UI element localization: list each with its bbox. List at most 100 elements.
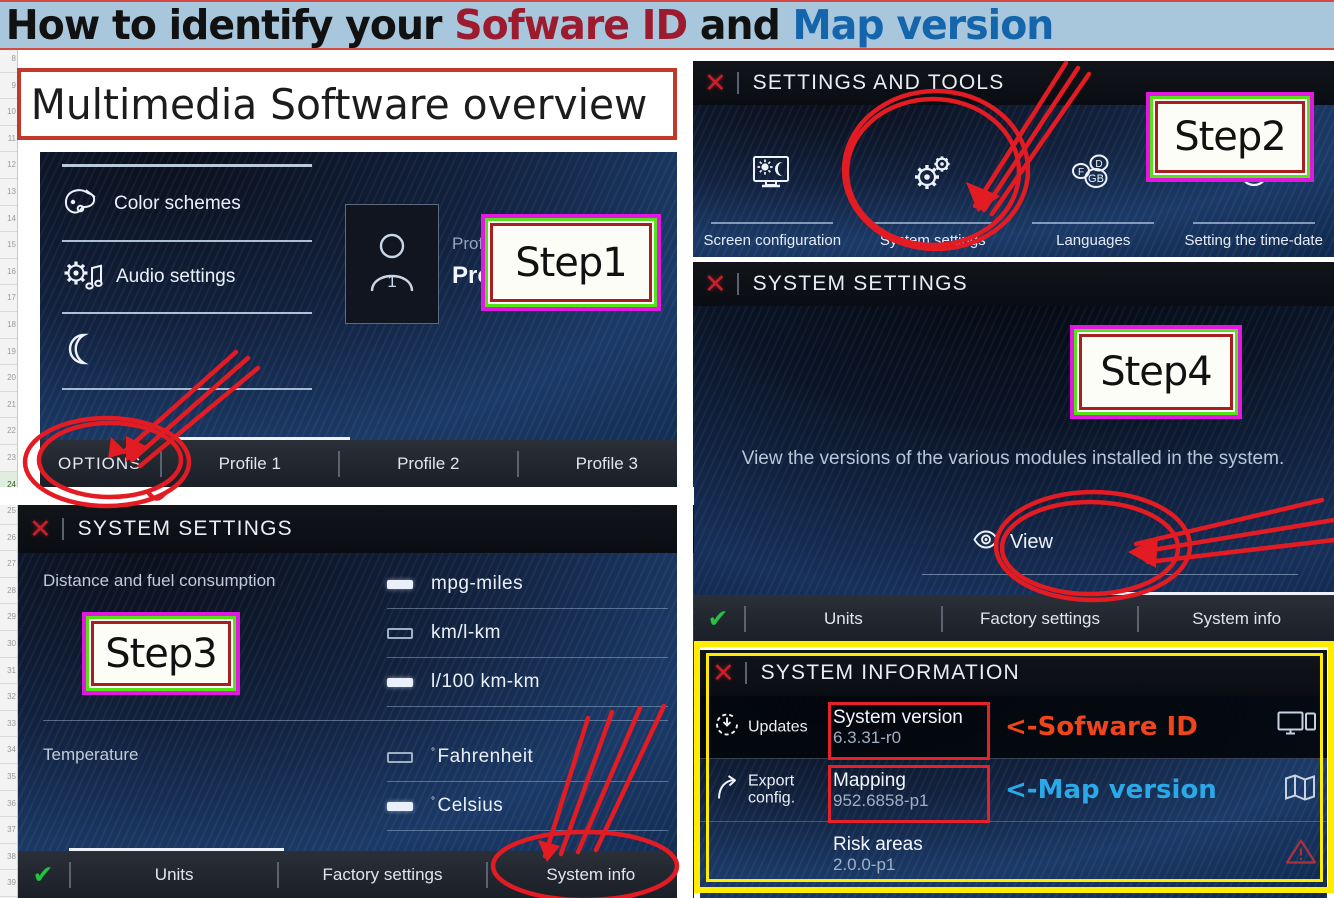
row-header-11[interactable]: 11 [0, 126, 17, 153]
check-icon[interactable]: ✔ [17, 860, 69, 889]
toggle-indicator[interactable] [387, 627, 413, 639]
gears-icon [909, 153, 957, 200]
row-header-16[interactable]: 16 [0, 259, 17, 286]
unit-option-row[interactable]: l/100 km-km [387, 658, 668, 707]
tab-profile-1[interactable]: Profile 1 [162, 454, 339, 474]
unit-option-label: mpg-miles [431, 573, 524, 594]
header-title: SYSTEM SETTINGS [77, 517, 293, 540]
sysinfo-row[interactable]: Export config. Mapping 952.6858-p1 <-Map … [700, 759, 1327, 822]
toggle-indicator[interactable] [387, 751, 413, 763]
row-header-30[interactable]: 30 [0, 631, 17, 658]
unit-option-row[interactable]: km/l-km [387, 609, 668, 658]
tab-factory-settings[interactable]: Factory settings [943, 609, 1138, 629]
tool-screen-configuration[interactable]: Screen configuration [692, 105, 853, 257]
tab-units[interactable]: Units [746, 609, 941, 629]
step1-badge: Step1 [481, 214, 661, 311]
tab-system-info[interactable]: System info [1139, 609, 1334, 629]
svg-text:D: D [1096, 159, 1103, 170]
unit-option-text: Fahrenheit [437, 746, 534, 767]
tool-label: Screen configuration [703, 231, 842, 249]
unit-option-row[interactable]: ° Celsius [387, 782, 668, 831]
profile-avatar-tile[interactable]: 1 [345, 204, 439, 324]
unit-option-label: ° Fahrenheit [431, 746, 533, 768]
tab-units[interactable]: Units [71, 865, 277, 885]
row-header-31[interactable]: 31 [0, 658, 17, 685]
map-icon [1283, 774, 1317, 807]
export-icon [714, 774, 740, 807]
title-part-and: and [687, 0, 793, 49]
close-icon[interactable]: ✕ [704, 70, 727, 97]
row-header-19[interactable]: 19 [0, 339, 17, 366]
row-header-33[interactable]: 33 [0, 711, 17, 738]
row-header-14[interactable]: 14 [0, 206, 17, 233]
row-header-23[interactable]: 23 [0, 445, 17, 472]
close-icon[interactable]: ✕ [704, 271, 727, 298]
row-header-35[interactable]: 35 [0, 764, 17, 791]
units-group-distance-label: Distance and fuel consumption [43, 571, 276, 590]
unit-option-row[interactable]: ° Fahrenheit [387, 733, 668, 782]
row-header-17[interactable]: 17 [0, 285, 17, 312]
options-button[interactable]: OPTIONS [40, 454, 160, 474]
monitor-icon [1277, 711, 1317, 744]
spreadsheet-row-gutter: 8 9 10 11 12 13 14 15 16 17 18 19 20 21 22 23 24 25 26 27 28… [0, 46, 18, 898]
row-header-15[interactable]: 15 [0, 232, 17, 259]
update-icon [714, 712, 740, 743]
close-icon[interactable]: ✕ [712, 660, 735, 687]
page-title-banner: How to identify your Sofware ID and Map … [0, 0, 1334, 50]
row-header-36[interactable]: 36 [0, 791, 17, 818]
row-header-32[interactable]: 32 [0, 684, 17, 711]
row-header-27[interactable]: 27 [0, 551, 17, 578]
tool-system-settings[interactable]: System settings [853, 105, 1014, 257]
overview-label-text: Multimedia Software overview [30, 79, 648, 129]
row-header-10[interactable]: 10 [0, 99, 17, 126]
row-header-38[interactable]: 38 [0, 844, 17, 871]
toggle-indicator[interactable] [387, 801, 413, 811]
annotation-software-id: <-Sofware ID [1005, 712, 1198, 742]
row-header-26[interactable]: 26 [0, 525, 17, 552]
row-header-29[interactable]: 29 [0, 604, 17, 632]
unit-option-label: ° Celsius [431, 795, 503, 817]
row-header-9[interactable]: 9 [0, 73, 17, 100]
menu-item-night-mode[interactable] [62, 320, 312, 378]
languages-icon: F D GB [1068, 153, 1118, 198]
menu-item-audio-settings[interactable]: Audio settings [62, 248, 312, 306]
tab-system-info[interactable]: System info [488, 865, 694, 885]
menu-item-color-schemes[interactable]: Color schemes [62, 174, 312, 234]
view-button[interactable]: View [973, 530, 1053, 554]
sysinfo-name: System version [833, 706, 963, 728]
sysinfo-name: Risk areas [833, 833, 923, 855]
step1-label: Step1 [515, 239, 628, 286]
avatar: 1 [365, 229, 419, 300]
sysinfo-row[interactable]: Risk areas 2.0.0-p1 [700, 822, 1327, 885]
row-header-37[interactable]: 37 [0, 817, 17, 844]
unit-option-text: Celsius [437, 795, 504, 816]
row-header-21[interactable]: 21 [0, 392, 17, 419]
panel-system-information: ✕ SYSTEM INFORMATION Updates System vers… [700, 650, 1327, 898]
header-title: SYSTEM INFORMATION [760, 661, 1020, 684]
row-header-39[interactable]: 39 [0, 870, 17, 897]
row-header-13[interactable]: 13 [0, 179, 17, 206]
menu-item-label: Audio settings [116, 266, 236, 287]
sysinfo-name: Mapping [833, 769, 906, 791]
underline [711, 221, 834, 224]
row-header-28[interactable]: 28 [0, 578, 17, 605]
header-title: SETTINGS AND TOOLS [752, 71, 1005, 94]
sysinfo-action-label: Updates [748, 718, 808, 736]
close-icon[interactable]: ✕ [29, 516, 52, 543]
sysinfo-row[interactable]: Updates System version 6.3.31-r0 <-Sofwa… [700, 696, 1327, 759]
row-header-12[interactable]: 12 [0, 152, 17, 179]
toggle-indicator[interactable] [387, 579, 413, 589]
system-information-header: ✕ SYSTEM INFORMATION [700, 650, 1327, 696]
tab-profile-2[interactable]: Profile 2 [340, 454, 517, 474]
page-title: How to identify your Sofware ID and Map … [0, 4, 1055, 46]
tab-factory-settings[interactable]: Factory settings [279, 865, 485, 885]
tab-profile-3[interactable]: Profile 3 [519, 454, 695, 474]
unit-option-row[interactable]: mpg-miles [387, 560, 668, 609]
row-header-22[interactable]: 22 [0, 418, 17, 445]
palette-icon [62, 187, 100, 221]
row-header-20[interactable]: 20 [0, 365, 17, 392]
row-header-34[interactable]: 34 [0, 737, 17, 765]
row-header-18[interactable]: 18 [0, 312, 17, 339]
check-icon[interactable]: ✔ [692, 604, 744, 633]
toggle-indicator[interactable] [387, 677, 413, 687]
